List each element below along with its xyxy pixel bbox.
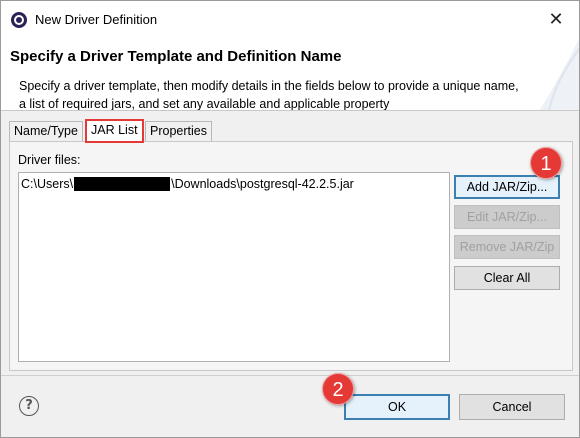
new-driver-definition-dialog: New Driver Definition ✕ Specify a Driver… [0, 0, 580, 438]
clear-all-button[interactable]: Clear All [454, 266, 560, 290]
tab-properties[interactable]: Properties [145, 121, 212, 141]
driver-files-label: Driver files: [18, 153, 81, 167]
callout-marker-1: 1 [530, 147, 562, 179]
tab-jar-list[interactable]: JAR List [85, 119, 144, 143]
ok-button[interactable]: OK [344, 394, 450, 420]
remove-jar-button[interactable]: Remove JAR/Zip [454, 235, 560, 259]
callout-marker-2: 2 [322, 373, 354, 405]
cancel-button[interactable]: Cancel [459, 394, 565, 420]
redacted-username [74, 177, 171, 191]
help-icon[interactable]: ? [19, 396, 39, 416]
jar-path-prefix: C:\Users\ [21, 177, 74, 191]
jar-path-suffix: \Downloads\postgresql-42.2.5.jar [171, 177, 354, 191]
window-title: New Driver Definition [35, 12, 158, 27]
footer-separator [1, 375, 579, 376]
driver-files-list[interactable]: C:\Users\ \Downloads\postgresql-42.2.5.j… [18, 172, 450, 362]
close-icon[interactable]: ✕ [543, 7, 569, 33]
tab-name-type[interactable]: Name/Type [9, 121, 83, 141]
page-description: Specify a driver template, then modify d… [19, 79, 519, 111]
jar-list-panel: Driver files: C:\Users\ \Downloads\postg… [9, 141, 573, 371]
title-bar: New Driver Definition ✕ [1, 1, 579, 39]
wizard-header: Specify a Driver Template and Definition… [1, 39, 579, 111]
header-decoration-graphic [539, 39, 579, 110]
edit-jar-button[interactable]: Edit JAR/Zip... [454, 205, 560, 229]
page-title: Specify a Driver Template and Definition… [10, 48, 342, 65]
eclipse-icon [11, 12, 27, 28]
list-item[interactable]: C:\Users\ \Downloads\postgresql-42.2.5.j… [21, 177, 354, 191]
